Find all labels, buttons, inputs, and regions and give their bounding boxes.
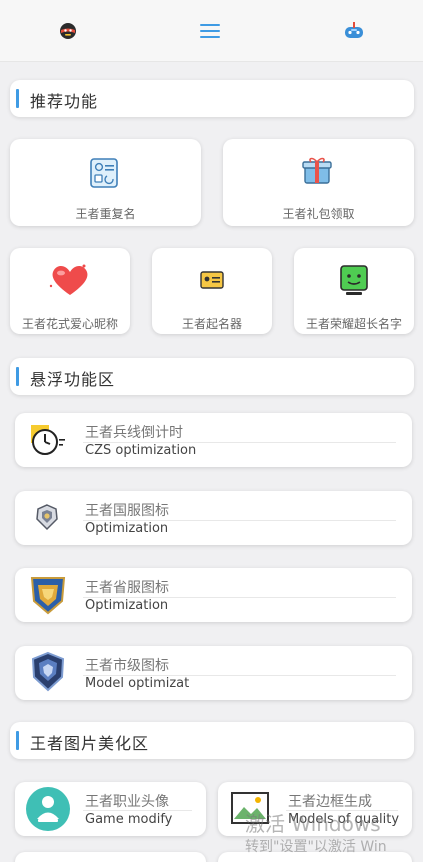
section-header-floating: 悬浮功能区	[10, 358, 414, 395]
avatar-icon	[25, 786, 71, 836]
smiley-face-icon[interactable]	[55, 18, 81, 44]
item-title: 王者国服图标	[85, 503, 169, 519]
duplicate-name-card[interactable]: 王者重复名	[10, 139, 201, 226]
item-title: 王者职业头像	[85, 794, 169, 810]
minion-countdown-item[interactable]: 王者兵线倒计时 CZS optimization	[15, 413, 412, 467]
card-label: 王者花式爱心昵称	[21, 317, 118, 331]
item-subtitle: Models of quality	[288, 812, 400, 827]
card-label: 王者起名器	[181, 317, 242, 331]
section-accent-bar	[16, 367, 19, 386]
partial-card[interactable]	[218, 852, 412, 862]
top-nav-bar	[0, 0, 423, 62]
item-subtitle: Game modify	[85, 812, 173, 827]
section-title: 推荐功能	[30, 92, 99, 111]
item-title: 王者市级图标	[85, 658, 169, 674]
gift-claim-card[interactable]: 王者礼包领取	[223, 139, 414, 226]
national-badge-item[interactable]: 王者国服图标 Optimization	[15, 491, 412, 545]
robot-screen-icon	[336, 262, 372, 302]
section-accent-bar	[16, 89, 19, 108]
partial-card[interactable]	[15, 852, 206, 862]
section-accent-bar	[16, 731, 19, 750]
item-subtitle: Optimization	[85, 598, 169, 613]
section-title: 悬浮功能区	[30, 370, 116, 389]
card-label: 王者重复名	[75, 207, 136, 221]
menu-icon[interactable]	[197, 18, 223, 44]
picture-frame-icon	[230, 791, 270, 829]
province-badge-icon	[28, 573, 68, 617]
national-badge-icon	[28, 499, 66, 537]
section-header-recommended: 推荐功能	[10, 80, 414, 117]
frame-generator-card[interactable]: 王者边框生成 Models of quality	[218, 782, 412, 836]
section-title: 王者图片美化区	[30, 734, 150, 753]
heart-icon	[48, 262, 92, 302]
item-subtitle: Model optimizat	[85, 676, 190, 691]
long-name-card[interactable]: 王者荣耀超长名字	[294, 248, 414, 334]
heart-nickname-card[interactable]: 王者花式爱心昵称	[10, 248, 130, 334]
city-badge-icon	[28, 650, 68, 694]
gift-icon	[300, 153, 334, 191]
game-controller-icon[interactable]	[341, 18, 367, 44]
section-header-beautify: 王者图片美化区	[10, 722, 414, 759]
card-label: 王者礼包领取	[282, 207, 355, 221]
item-title: 王者边框生成	[288, 794, 372, 810]
item-title: 王者兵线倒计时	[85, 425, 183, 441]
stopwatch-icon	[28, 421, 66, 459]
id-card-icon	[87, 154, 125, 196]
item-subtitle: Optimization	[85, 521, 169, 536]
city-badge-item[interactable]: 王者市级图标 Model optimizat	[15, 646, 412, 700]
province-badge-item[interactable]: 王者省服图标 Optimization	[15, 568, 412, 622]
item-subtitle: CZS optimization	[85, 443, 197, 458]
profession-avatar-card[interactable]: 王者职业头像 Game modify	[15, 782, 206, 836]
divider	[286, 810, 398, 811]
name-generator-card[interactable]: 王者起名器	[152, 248, 272, 334]
item-title: 王者省服图标	[85, 580, 169, 596]
divider	[83, 810, 192, 811]
card-label: 王者荣耀超长名字	[305, 317, 402, 331]
name-card-icon	[199, 268, 225, 296]
